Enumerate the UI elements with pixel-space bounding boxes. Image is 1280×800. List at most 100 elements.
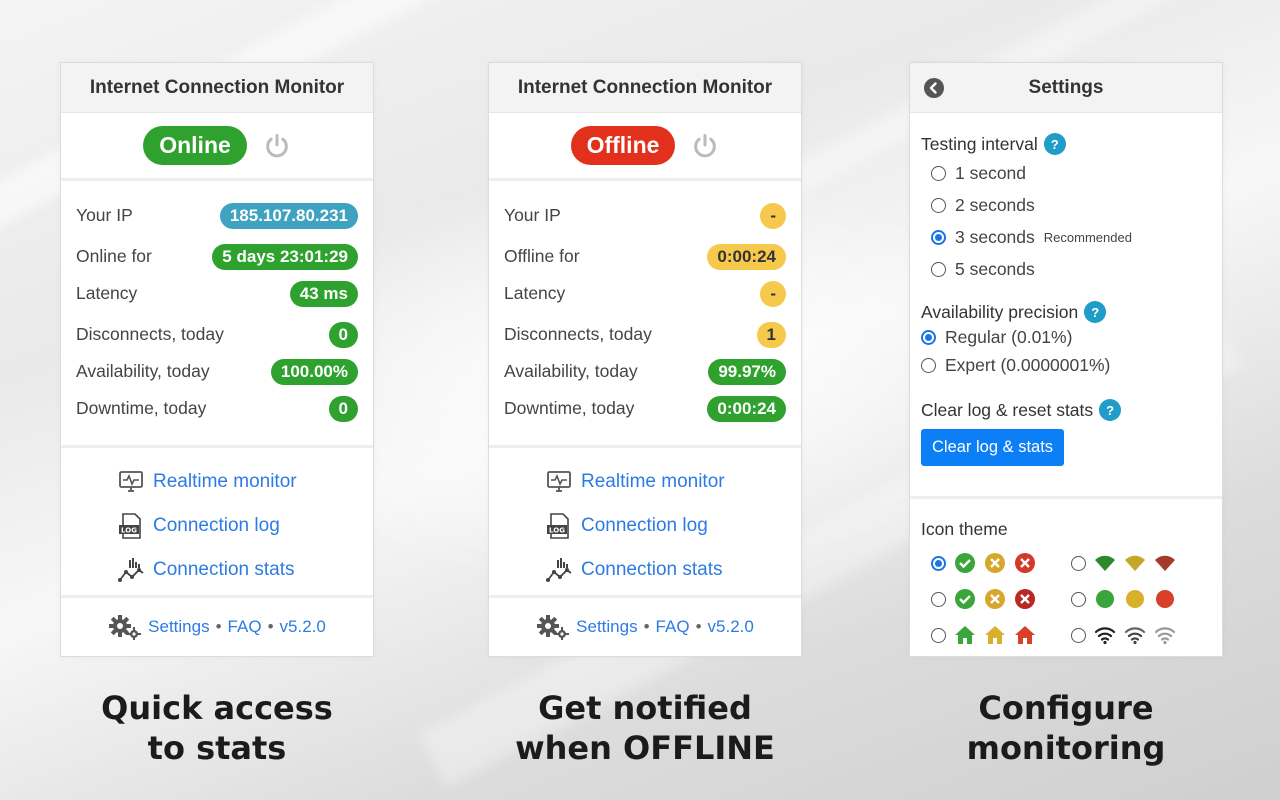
log-icon: LOG — [119, 513, 141, 539]
realtime-monitor-link[interactable]: Realtime monitor — [117, 460, 373, 504]
uptime-badge: 5 days 23:01:29 — [212, 243, 358, 270]
stat-row-downtime: Downtime, today 0:00:24 — [504, 390, 786, 427]
availability-badge: 100.00% — [270, 358, 358, 385]
realtime-monitor-link[interactable]: Realtime monitor — [545, 460, 801, 504]
status-row: Online — [61, 113, 373, 181]
caption-quick-access: Quick access to stats — [60, 688, 374, 768]
radio-button[interactable] — [1071, 627, 1086, 643]
theme-wifi-mono[interactable] — [1071, 622, 1221, 648]
red-dot-icon — [1156, 590, 1174, 608]
option-label: 5 seconds — [955, 258, 1035, 279]
popup-footer: Settings • FAQ • v5.2.0 — [61, 598, 373, 655]
radio-button[interactable] — [931, 261, 946, 277]
theme-check-circles[interactable] — [921, 550, 1071, 576]
stat-row-availability: Availability, today 99.97% — [504, 353, 786, 390]
stat-label: Latency — [504, 283, 566, 303]
cross-error-icon — [1015, 589, 1035, 609]
theme-houses[interactable] — [921, 622, 1071, 648]
precision-expert[interactable]: Expert (0.0000001%) — [921, 351, 1211, 379]
link-label[interactable]: Connection log — [581, 515, 708, 537]
section-label: Testing interval — [921, 133, 1038, 154]
radio-button-selected[interactable] — [921, 329, 936, 345]
home-green-icon — [955, 626, 975, 644]
separator: • — [643, 616, 650, 636]
caption-line: Configure — [978, 689, 1154, 727]
home-yellow-icon — [985, 626, 1005, 644]
popup-footer: Settings • FAQ • v5.2.0 — [489, 598, 801, 655]
theme-wifi-color[interactable] — [1071, 550, 1221, 576]
radio-button[interactable] — [1071, 591, 1086, 607]
settings-body: Testing interval ? 1 second 2 seconds 3 … — [910, 113, 1222, 499]
radio-button[interactable] — [921, 357, 936, 373]
faq-link[interactable]: FAQ — [656, 617, 690, 637]
help-icon[interactable]: ? — [1043, 133, 1066, 155]
interval-option-3[interactable]: 3 seconds Recommended — [931, 221, 1211, 253]
link-label[interactable]: Realtime monitor — [581, 471, 725, 493]
caption-line: Get notified — [538, 689, 752, 727]
power-icon[interactable] — [263, 132, 291, 160]
online-popup: Internet Connection Monitor Online Your … — [60, 62, 374, 657]
latency-badge: - — [760, 280, 786, 307]
caption-line: Quick access — [101, 689, 333, 727]
connection-stats-link[interactable]: Connection stats — [545, 548, 801, 592]
option-label: Expert (0.0000001%) — [945, 354, 1111, 375]
wifi-off-icon — [1154, 627, 1176, 645]
precision-title: Availability precision ? — [921, 301, 1211, 323]
link-label[interactable]: Connection stats — [581, 559, 723, 581]
stats-icon — [118, 558, 144, 582]
stat-row-uptime: Online for 5 days 23:01:29 — [76, 238, 358, 275]
links-list: Realtime monitor LOG Connection log Conn… — [489, 448, 801, 598]
separator: • — [695, 616, 702, 636]
check-icon — [955, 553, 975, 573]
gear-icon — [537, 614, 570, 640]
interval-option-2[interactable]: 2 seconds — [931, 189, 1211, 221]
interval-option-5[interactable]: 5 seconds — [931, 253, 1211, 285]
link-label[interactable]: Connection stats — [153, 559, 295, 581]
radio-button[interactable] — [1071, 555, 1086, 571]
connection-stats-link[interactable]: Connection stats — [117, 548, 373, 592]
clear-log-button[interactable]: Clear log & stats — [921, 429, 1065, 466]
stat-row-downtime: Downtime, today 0 — [76, 390, 358, 427]
link-label[interactable]: Connection log — [153, 515, 280, 537]
connection-log-link[interactable]: LOG Connection log — [117, 504, 373, 548]
settings-title: Settings — [1028, 76, 1104, 98]
popup-header: Internet Connection Monitor — [489, 63, 801, 113]
radio-button-selected[interactable] — [931, 229, 946, 245]
cross-error-icon — [1015, 553, 1035, 573]
power-icon[interactable] — [691, 132, 719, 160]
back-icon[interactable] — [924, 78, 944, 98]
settings-link[interactable]: Settings — [576, 617, 637, 637]
caption-line: monitoring — [966, 729, 1166, 767]
radio-button[interactable] — [931, 165, 946, 181]
wifi-red-icon — [1155, 555, 1175, 571]
home-red-icon — [1015, 626, 1035, 644]
radio-button[interactable] — [931, 197, 946, 213]
settings-link[interactable]: Settings — [148, 617, 209, 637]
radio-button-selected[interactable] — [931, 555, 946, 571]
faq-link[interactable]: FAQ — [228, 617, 262, 637]
settings-header: Settings — [910, 63, 1222, 113]
precision-regular[interactable]: Regular (0.01%) — [921, 323, 1211, 351]
theme-dots[interactable] — [1071, 586, 1221, 612]
radio-button[interactable] — [931, 591, 946, 607]
option-label: Regular (0.01%) — [945, 326, 1073, 347]
help-icon[interactable]: ? — [1099, 399, 1122, 421]
stat-row-disconnects: Disconnects, today 1 — [504, 316, 786, 353]
yellow-dot-icon — [1126, 590, 1144, 608]
theme-check-circles-alt[interactable] — [921, 586, 1071, 612]
popup-title: Internet Connection Monitor — [89, 76, 345, 98]
option-label: 3 seconds — [955, 226, 1035, 247]
downtime-badge: 0 — [328, 395, 358, 422]
stat-label: Downtime, today — [76, 398, 207, 418]
stat-row-ip: Your IP 185.107.80.231 — [76, 197, 358, 234]
interval-option-1[interactable]: 1 second — [931, 157, 1211, 189]
version-link[interactable]: v5.2.0 — [708, 617, 754, 637]
stat-row-latency: Latency - — [504, 275, 786, 312]
link-label[interactable]: Realtime monitor — [153, 471, 297, 493]
help-icon[interactable]: ? — [1084, 301, 1107, 323]
stat-row-availability: Availability, today 100.00% — [76, 353, 358, 390]
radio-button[interactable] — [931, 627, 946, 643]
version-link[interactable]: v5.2.0 — [280, 617, 326, 637]
downtime-badge: 0:00:24 — [707, 395, 786, 422]
connection-log-link[interactable]: LOG Connection log — [545, 504, 801, 548]
